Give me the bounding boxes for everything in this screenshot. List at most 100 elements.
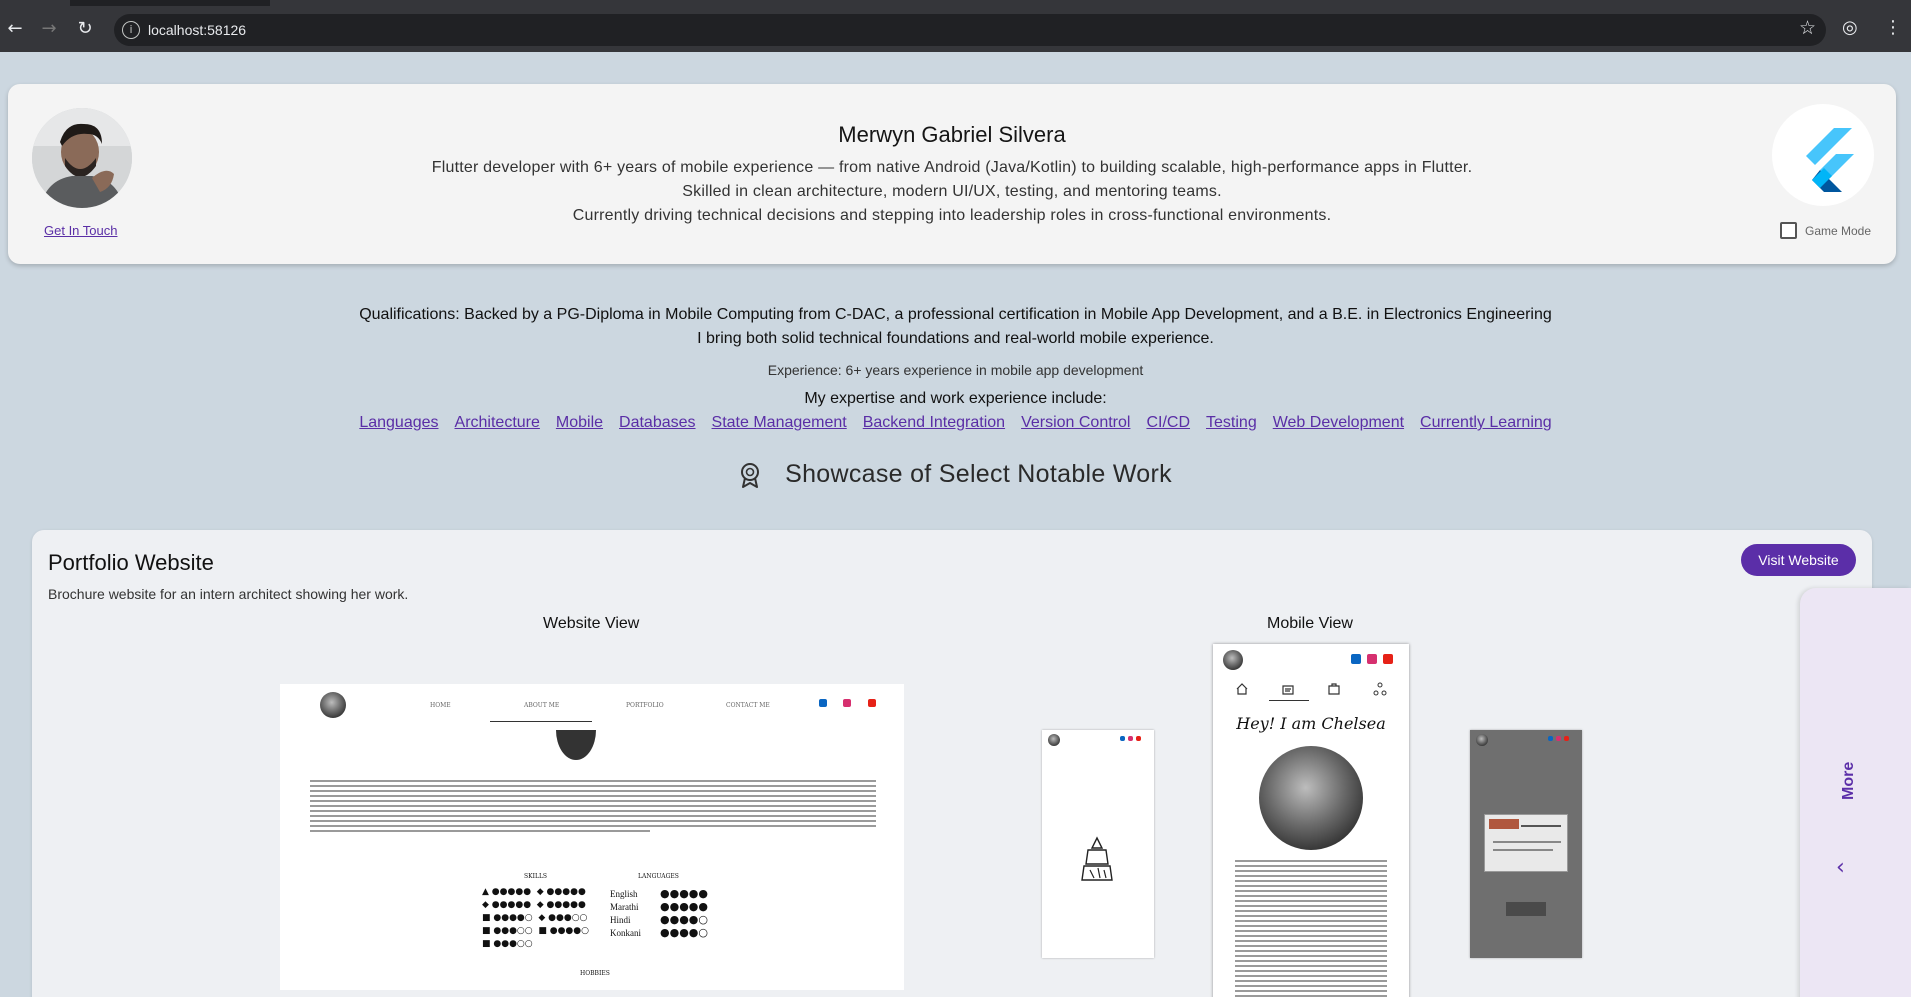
preview-sketch-image [1081,836,1113,881]
site-skill-row: ◆ ●●●●● ◆ ●●●●● [482,900,586,910]
experience-text: Experience: 6+ years experience in mobil… [767,362,1144,378]
site-language-dots: ●●●●● [660,887,708,900]
preview-youtube-icon [1564,736,1569,741]
portfolio-description: Brochure website for an intern architect… [48,586,409,602]
award-badge-icon [741,462,760,488]
showcase-title: Showcase of Select Notable Work [785,460,1172,488]
summary-line-3: Currently driving technical decisions an… [572,207,1332,224]
site-language-dots: ●●●●● [660,900,708,913]
mobile-logo [1223,650,1243,670]
mobile-nav-underline [1269,700,1309,701]
site-skill-row: ■ ●●●○○ [482,939,533,949]
address-bar[interactable]: i localhost:58126 ☆ [114,14,1826,46]
preview-youtube-icon [1136,736,1141,741]
preview-linkedin-icon [1548,736,1553,741]
site-nav-portfolio: PORTFOLIO [626,702,664,709]
link-databases[interactable]: Databases [619,414,696,432]
mobile-linkedin-icon [1351,654,1361,664]
preview-linkedin-icon [1120,736,1125,741]
site-profile-photo [556,730,596,768]
site-nav-underline [490,721,592,722]
flutter-logo-icon [1806,128,1854,192]
mobile-view-label: Mobile View [1267,615,1353,632]
preview-logo [1476,734,1488,746]
preview-logo [1048,734,1060,746]
site-language-dots: ●●●●○ [660,913,708,926]
portfolio-card: Portfolio Website Brochure website for a… [32,530,1872,997]
mobile-contact-icon [1373,682,1387,696]
url-text[interactable]: localhost:58126 [148,22,246,38]
browser-menu-icon[interactable]: ⋮ [1884,17,1902,38]
linkedin-icon [819,699,827,707]
mobile-about-text [1235,860,1387,997]
site-skill-row: ▲ ●●●●● ◆ ●●●●● [482,887,586,897]
summary-line-1: Flutter developer with 6+ years of mobil… [431,159,1473,176]
summary-line-2: Skilled in clean architecture, modern UI… [682,183,1222,200]
mobile-youtube-icon [1383,654,1393,664]
link-languages[interactable]: Languages [359,414,438,432]
portfolio-title: Portfolio Website [48,550,214,575]
get-in-touch-link[interactable]: Get In Touch [44,223,117,238]
link-mobile[interactable]: Mobile [556,414,603,432]
site-nav-contact: CONTACT ME [726,702,770,709]
mobile-view-screenshot[interactable]: Hey! I am Chelsea [1213,644,1409,997]
website-view-screenshot[interactable]: HOME ABOUT ME PORTFOLIO CONTACT ME SKILL… [280,684,904,990]
back-icon[interactable]: ← [2,16,28,42]
site-skills-heading: SKILLS [524,873,548,880]
preview-certificate-image [1484,814,1568,872]
flutter-logo [1772,104,1874,206]
site-language-marathi: Marathi [610,902,639,912]
link-testing[interactable]: Testing [1206,414,1257,432]
site-nav-home: HOME [430,702,451,709]
forward-icon[interactable]: → [36,16,62,42]
profile-header-card: Get In Touch Merwyn Gabriel Silvera Flut… [8,84,1896,264]
site-language-hindi: Hindi [610,915,631,925]
bookmark-star-icon[interactable]: ☆ [1799,17,1816,39]
reload-icon[interactable]: ↻ [72,16,98,42]
link-currently-learning[interactable]: Currently Learning [1420,414,1552,432]
mobile-greeting: Hey! I am Chelsea [1236,714,1386,733]
more-drawer-label[interactable]: More [1840,762,1858,800]
site-hobbies-heading: HOBBIES [580,970,610,977]
profile-icon[interactable]: ◎ [1842,17,1858,38]
game-mode-checkbox[interactable] [1780,222,1797,239]
mobile-about-icon [1282,685,1294,695]
qualifications-line-2: I bring both solid technical foundations… [697,330,1214,347]
visit-website-button[interactable]: Visit Website [1741,544,1856,576]
link-architecture[interactable]: Architecture [455,414,540,432]
expertise-links: Languages Architecture Mobile Databases … [0,414,1911,432]
link-ci-cd[interactable]: CI/CD [1146,414,1190,432]
instagram-icon [843,699,851,707]
site-skill-row: ■ ●●●○○ ■ ●●●●○ [482,926,589,936]
chevron-left-icon[interactable]: ‹ [1836,855,1845,880]
profile-name: Merwyn Gabriel Silvera [838,122,1066,147]
link-version-control[interactable]: Version Control [1021,414,1130,432]
website-view-label: Website View [543,615,640,632]
site-language-konkani: Konkani [610,928,641,938]
mobile-preview-right[interactable] [1470,730,1582,958]
site-nav-about: ABOUT ME [524,702,560,709]
site-info-icon[interactable]: i [122,21,140,39]
showcase-heading: Showcase of Select Notable Work [0,460,1911,489]
mobile-portfolio-icon [1328,683,1340,695]
link-web-development[interactable]: Web Development [1273,414,1404,432]
site-language-english: English [610,889,638,899]
mobile-preview-left[interactable] [1042,730,1154,958]
game-mode-toggle[interactable]: Game Mode [1780,222,1871,239]
mobile-instagram-icon [1367,654,1377,664]
link-backend-integration[interactable]: Backend Integration [863,414,1005,432]
browser-toolbar: ← → ↻ i localhost:58126 ☆ ◎ ⋮ [0,6,1911,52]
preview-instagram-icon [1128,736,1133,741]
mobile-profile-photo [1259,746,1363,850]
site-logo [320,692,346,718]
expertise-label: My expertise and work experience include… [804,390,1107,407]
qualifications-line-1: Qualifications: Backed by a PG-Diploma i… [359,306,1552,323]
site-about-text [310,780,876,835]
preview-logo-block [1506,902,1546,916]
preview-instagram-icon [1556,736,1561,741]
site-skill-row: ■ ●●●●○ ◆ ●●●○○ [482,913,588,923]
mobile-home-icon [1236,683,1248,695]
site-language-dots: ●●●●○ [660,926,708,939]
game-mode-label: Game Mode [1805,223,1872,238]
link-state-management[interactable]: State Management [712,414,847,432]
